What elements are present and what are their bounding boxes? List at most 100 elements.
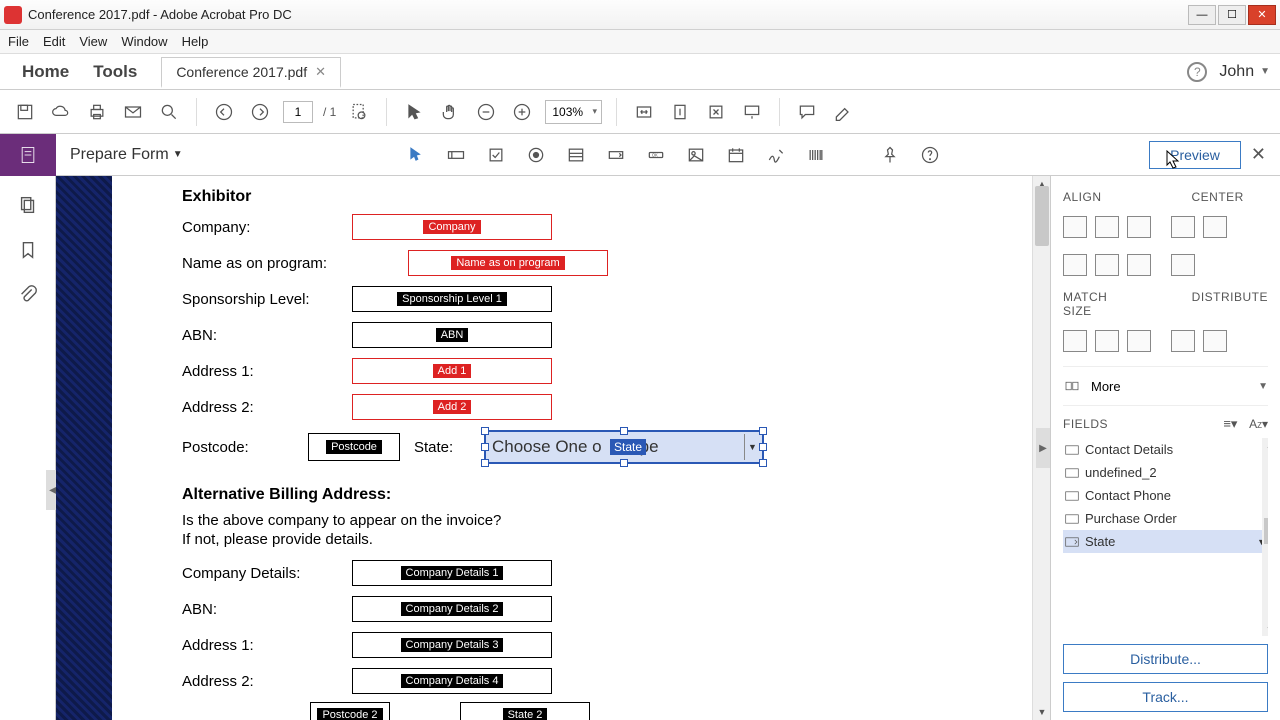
prev-page-icon[interactable] xyxy=(211,99,237,125)
help-icon[interactable]: ? xyxy=(1187,62,1207,82)
fields-item[interactable]: undefined_2 xyxy=(1063,461,1268,484)
field-company[interactable]: Company xyxy=(352,214,552,240)
field-cd1[interactable]: Company Details 1 xyxy=(352,560,552,586)
highlight-icon[interactable] xyxy=(830,99,856,125)
field-cd2[interactable]: Company Details 2 xyxy=(352,596,552,622)
date-field-icon[interactable] xyxy=(723,142,749,168)
field-postcode2[interactable]: Postcode 2 xyxy=(310,702,390,720)
form-help-icon[interactable] xyxy=(917,142,943,168)
distribute-v-icon[interactable] xyxy=(1203,330,1227,352)
print-icon[interactable] xyxy=(84,99,110,125)
pin-icon[interactable] xyxy=(877,142,903,168)
fit-visible-icon[interactable] xyxy=(703,99,729,125)
field-addr2[interactable]: Add 2 xyxy=(352,394,552,420)
select-arrow-icon[interactable] xyxy=(403,142,429,168)
thumbnails-icon[interactable] xyxy=(17,194,39,221)
hand-tool-icon[interactable] xyxy=(437,99,463,125)
field-cd4[interactable]: Company Details 4 xyxy=(352,668,552,694)
fields-scrollbar[interactable]: ▲ ▼ xyxy=(1262,438,1268,636)
right-collapse-icon[interactable]: ▶ xyxy=(1036,428,1050,468)
minimize-button[interactable]: — xyxy=(1188,5,1216,25)
scroll-down-icon[interactable]: ▼ xyxy=(1033,704,1050,720)
zoom-out-icon[interactable] xyxy=(473,99,499,125)
checkbox-icon[interactable] xyxy=(483,142,509,168)
center-h-icon[interactable] xyxy=(1171,216,1195,238)
field-state-dropdown[interactable]: Choose One oStatepe ▼ xyxy=(484,430,764,464)
resize-handle[interactable] xyxy=(481,443,489,451)
fields-item[interactable]: Contact Details xyxy=(1063,438,1268,461)
field-state2[interactable]: State 2 xyxy=(460,702,590,720)
align-bottom-icon[interactable] xyxy=(1127,254,1151,276)
close-formbar-icon[interactable]: ✕ xyxy=(1251,144,1266,165)
find-page-icon[interactable] xyxy=(346,99,372,125)
sort-alpha-icon[interactable]: AZ▾ xyxy=(1249,417,1268,431)
select-tool-icon[interactable] xyxy=(401,99,427,125)
track-button[interactable]: Track... xyxy=(1063,682,1268,712)
mail-icon[interactable] xyxy=(120,99,146,125)
read-mode-icon[interactable] xyxy=(739,99,765,125)
center-both-icon[interactable] xyxy=(1171,254,1195,276)
field-abn[interactable]: ABN xyxy=(352,322,552,348)
search-icon[interactable] xyxy=(156,99,182,125)
field-postcode[interactable]: Postcode xyxy=(308,433,400,461)
fields-item[interactable]: Purchase Order xyxy=(1063,507,1268,530)
resize-handle[interactable] xyxy=(620,427,628,435)
resize-handle[interactable] xyxy=(620,459,628,467)
bookmarks-icon[interactable] xyxy=(17,239,39,266)
text-field-icon[interactable] xyxy=(443,142,469,168)
fields-item[interactable]: Contact Phone xyxy=(1063,484,1268,507)
align-left-icon[interactable] xyxy=(1063,216,1087,238)
align-top-icon[interactable] xyxy=(1063,254,1087,276)
field-cd3[interactable]: Company Details 3 xyxy=(352,632,552,658)
align-center-icon[interactable] xyxy=(1095,216,1119,238)
menu-view[interactable]: View xyxy=(79,34,107,49)
button-icon[interactable]: OK xyxy=(643,142,669,168)
cloud-icon[interactable] xyxy=(48,99,74,125)
more-row[interactable]: More ▼ xyxy=(1063,366,1268,406)
prepare-form-dropdown[interactable]: Prepare Form ▼ xyxy=(56,146,197,164)
distribute-button[interactable]: Distribute... xyxy=(1063,644,1268,674)
fields-item-selected[interactable]: State▼ xyxy=(1063,530,1268,553)
resize-handle[interactable] xyxy=(759,427,767,435)
fit-width-icon[interactable] xyxy=(631,99,657,125)
field-addr1[interactable]: Add 1 xyxy=(352,358,552,384)
maximize-button[interactable]: ☐ xyxy=(1218,5,1246,25)
prepare-form-icon[interactable] xyxy=(0,134,56,176)
tab-home[interactable]: Home xyxy=(10,62,81,82)
match-width-icon[interactable] xyxy=(1063,330,1087,352)
scroll-thumb[interactable] xyxy=(1035,186,1049,246)
menu-file[interactable]: File xyxy=(8,34,29,49)
document-tab[interactable]: Conference 2017.pdf ✕ xyxy=(161,57,341,88)
field-program[interactable]: Name as on program xyxy=(408,250,608,276)
zoom-in-icon[interactable] xyxy=(509,99,535,125)
close-button[interactable]: ✕ xyxy=(1248,5,1276,25)
menu-help[interactable]: Help xyxy=(182,34,209,49)
tab-tools[interactable]: Tools xyxy=(81,62,149,82)
fields-scroll-up-icon[interactable]: ▲ xyxy=(1262,438,1268,452)
fields-scroll-down-icon[interactable]: ▼ xyxy=(1262,622,1268,636)
field-sponsor[interactable]: Sponsorship Level 1 xyxy=(352,286,552,312)
listbox-icon[interactable] xyxy=(563,142,589,168)
user-menu-caret-icon[interactable]: ▼ xyxy=(1260,66,1270,77)
radio-icon[interactable] xyxy=(523,142,549,168)
image-field-icon[interactable] xyxy=(683,142,709,168)
resize-handle[interactable] xyxy=(759,459,767,467)
match-both-icon[interactable] xyxy=(1127,330,1151,352)
match-height-icon[interactable] xyxy=(1095,330,1119,352)
attachments-icon[interactable] xyxy=(17,284,39,311)
distribute-h-icon[interactable] xyxy=(1171,330,1195,352)
resize-handle[interactable] xyxy=(481,427,489,435)
resize-handle[interactable] xyxy=(759,443,767,451)
next-page-icon[interactable] xyxy=(247,99,273,125)
resize-handle[interactable] xyxy=(481,459,489,467)
comment-icon[interactable] xyxy=(794,99,820,125)
close-tab-icon[interactable]: ✕ xyxy=(315,64,326,80)
menu-edit[interactable]: Edit xyxy=(43,34,65,49)
signature-field-icon[interactable] xyxy=(763,142,789,168)
dropdown-icon[interactable] xyxy=(603,142,629,168)
fields-scroll-thumb[interactable] xyxy=(1264,518,1268,544)
user-name[interactable]: John xyxy=(1219,63,1254,81)
menu-window[interactable]: Window xyxy=(121,34,167,49)
barcode-icon[interactable] xyxy=(803,142,829,168)
align-middle-icon[interactable] xyxy=(1095,254,1119,276)
